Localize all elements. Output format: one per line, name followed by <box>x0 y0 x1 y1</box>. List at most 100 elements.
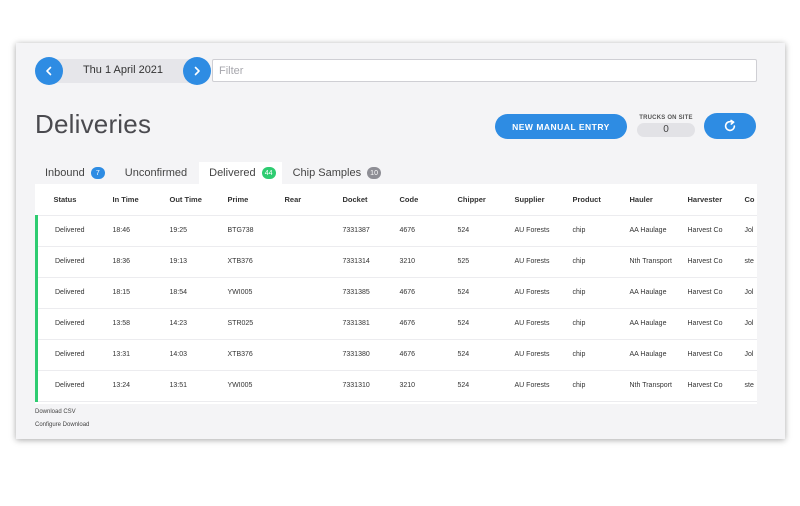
chevron-right-icon <box>194 66 200 76</box>
previous-day-button[interactable] <box>35 57 63 85</box>
deliveries-window: Thu 1 April 2021 Deliveries NEW MANUAL E… <box>16 43 785 439</box>
refresh-icon <box>724 119 736 132</box>
in-time-cell: 13:58 <box>112 308 170 340</box>
product-cell: chip <box>572 277 630 309</box>
code-cell: 3210 <box>399 370 458 402</box>
table-row[interactable]: Delivered 13:58 14:23 STR025 7331381 467… <box>35 308 757 340</box>
tab-inbound[interactable]: Inbound 7 <box>35 162 111 184</box>
status-cell: Delivered <box>35 277 113 309</box>
supplier-cell: AU Forests <box>514 246 573 278</box>
refresh-button[interactable] <box>704 113 756 139</box>
table-row[interactable]: Delivered 18:15 18:54 YWI005 7331385 467… <box>35 277 757 309</box>
prime-cell: STR025 <box>227 308 285 340</box>
out-time-cell: 14:03 <box>169 339 228 371</box>
in-time-cell: 18:46 <box>112 215 170 247</box>
filter-input[interactable] <box>212 59 757 82</box>
column-header[interactable]: Hauler <box>629 184 688 216</box>
column-header[interactable]: Chipper <box>457 184 515 216</box>
column-header[interactable]: Status <box>36 184 113 216</box>
tab-count-badge: 10 <box>367 167 382 179</box>
column-header[interactable]: Supplier <box>514 184 573 216</box>
tab-label: Unconfirmed <box>124 167 188 179</box>
deliveries-table: Status In Time Out Time Prime Rear Docke… <box>35 184 757 402</box>
trucks-on-site-label: TRUCKS ON SITE <box>639 115 693 121</box>
prime-cell: XTB376 <box>227 339 285 371</box>
hauler-cell: AA Haulage <box>629 277 688 309</box>
product-cell: chip <box>572 339 630 371</box>
configure-download-link[interactable]: Configure Download <box>35 422 89 428</box>
next-day-button[interactable] <box>183 57 211 85</box>
in-time-cell: 18:36 <box>112 246 170 278</box>
harvester-cell: Harvest Co <box>687 277 745 309</box>
docket-cell: 7331385 <box>342 277 400 309</box>
contractor-cell: Jol <box>744 277 757 309</box>
column-header[interactable]: Rear <box>284 184 343 216</box>
product-cell: chip <box>572 308 630 340</box>
download-csv-link[interactable]: Download CSV <box>35 409 76 415</box>
rear-cell <box>284 277 343 309</box>
contractor-cell: ste <box>744 370 757 402</box>
product-cell: chip <box>572 215 630 247</box>
current-date: Thu 1 April 2021 <box>82 64 164 76</box>
tab-unconfirmed[interactable]: Unconfirmed <box>111 162 193 184</box>
new-manual-entry-button[interactable]: NEW MANUAL ENTRY <box>495 114 627 139</box>
column-header[interactable]: Out Time <box>169 184 228 216</box>
out-time-cell: 19:25 <box>169 215 228 247</box>
supplier-cell: AU Forests <box>514 277 573 309</box>
table-row[interactable]: Delivered 13:31 14:03 XTB376 7331380 467… <box>35 339 757 371</box>
hauler-cell: AA Haulage <box>629 339 688 371</box>
date-navigator: Thu 1 April 2021 <box>35 57 211 85</box>
column-header[interactable]: Co <box>744 184 757 216</box>
chevron-left-icon <box>46 66 52 76</box>
hauler-cell: AA Haulage <box>629 308 688 340</box>
rear-cell <box>284 370 343 402</box>
docket-cell: 7331381 <box>342 308 400 340</box>
code-cell: 4676 <box>399 308 458 340</box>
code-cell: 4676 <box>399 215 458 247</box>
out-time-cell: 13:51 <box>169 370 228 402</box>
prime-cell: YWI005 <box>227 370 285 402</box>
delivery-tabs: Inbound 7 Unconfirmed Delivered 44 Chip … <box>35 162 387 184</box>
column-header[interactable]: In Time <box>112 184 170 216</box>
rear-cell <box>284 339 343 371</box>
hauler-cell: Nth Transport <box>629 370 688 402</box>
column-header[interactable]: Docket <box>342 184 400 216</box>
trucks-on-site: TRUCKS ON SITE 0 <box>637 115 695 137</box>
out-time-cell: 19:13 <box>169 246 228 278</box>
supplier-cell: AU Forests <box>514 215 573 247</box>
chipper-cell: 524 <box>457 277 515 309</box>
deliveries-table-container: Status In Time Out Time Prime Rear Docke… <box>35 184 757 404</box>
contractor-cell: Jol <box>744 215 757 247</box>
out-time-cell: 14:23 <box>169 308 228 340</box>
code-cell: 4676 <box>399 339 458 371</box>
chipper-cell: 524 <box>457 308 515 340</box>
chipper-cell: 524 <box>457 339 515 371</box>
column-header[interactable]: Harvester <box>687 184 745 216</box>
tab-count-badge: 7 <box>90 167 105 179</box>
status-cell: Delivered <box>35 339 113 371</box>
product-cell: chip <box>572 370 630 402</box>
status-cell: Delivered <box>35 215 113 247</box>
status-cell: Delivered <box>35 370 113 402</box>
tab-label: Delivered <box>209 167 256 179</box>
prime-cell: YWI005 <box>227 277 285 309</box>
chipper-cell: 524 <box>457 215 515 247</box>
tab-delivered[interactable]: Delivered 44 <box>199 162 282 184</box>
table-row[interactable]: Delivered 18:46 19:25 BTG738 7331387 467… <box>35 215 757 247</box>
harvester-cell: Harvest Co <box>687 370 745 402</box>
status-cell: Delivered <box>35 246 113 278</box>
docket-cell: 7331310 <box>342 370 400 402</box>
column-header[interactable]: Prime <box>227 184 285 216</box>
column-header[interactable]: Product <box>572 184 630 216</box>
table-row[interactable]: Delivered 13:24 13:51 YWI005 7331310 321… <box>35 370 757 402</box>
in-time-cell: 13:31 <box>112 339 170 371</box>
column-header[interactable]: Code <box>399 184 458 216</box>
code-cell: 4676 <box>399 277 458 309</box>
hauler-cell: AA Haulage <box>629 215 688 247</box>
table-row[interactable]: Delivered 18:36 19:13 XTB376 7331314 321… <box>35 246 757 278</box>
harvester-cell: Harvest Co <box>687 246 745 278</box>
harvester-cell: Harvest Co <box>687 339 745 371</box>
tab-count-badge: 44 <box>261 167 276 179</box>
rear-cell <box>284 246 343 278</box>
tab-chip-samples[interactable]: Chip Samples 10 <box>282 162 387 184</box>
